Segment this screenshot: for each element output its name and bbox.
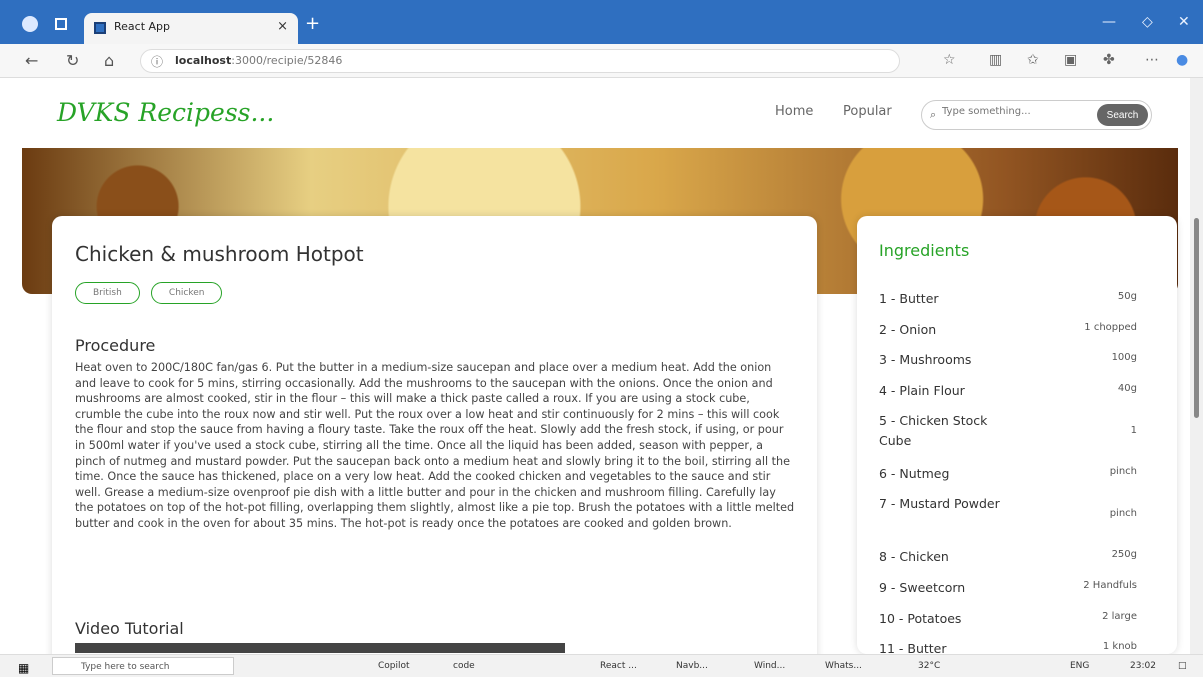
recipe-card: Chicken & mushroom Hotpot British Chicke… <box>52 216 817 654</box>
weather-text[interactable]: 32°C <box>918 661 940 671</box>
ingredient-name: 11 - Butter <box>879 641 947 654</box>
url-text: localhost:3000/recipie/52846 <box>175 54 342 67</box>
taskbar-search-placeholder: Type here to search <box>81 662 170 672</box>
windows-taskbar: ▦ Type here to search Copilot code React… <box>0 654 1203 677</box>
ingredient-qty: 50g <box>1117 291 1137 302</box>
back-icon[interactable]: ← <box>25 51 38 70</box>
recipe-tags: British Chicken <box>75 280 228 304</box>
taskbar-search[interactable]: Type here to search <box>52 657 234 675</box>
recipe-title: Chicken & mushroom Hotpot <box>75 242 364 266</box>
video-player[interactable] <box>75 643 565 653</box>
ingredient-name: 10 - Potatoes <box>879 611 962 626</box>
home-icon[interactable]: ⌂ <box>104 51 114 70</box>
procedure-heading: Procedure <box>75 336 156 355</box>
nav-home[interactable]: Home <box>775 104 813 119</box>
tab-actions-icon[interactable] <box>55 18 67 30</box>
profile-icon[interactable] <box>22 16 38 32</box>
ingredients-panel: Ingredients 1 - Butter 50g 2 - Onion 1 cho… <box>857 216 1177 654</box>
search-input[interactable] <box>942 106 1072 117</box>
address-bar[interactable]: ⓘ localhost:3000/recipie/52846 <box>140 49 900 73</box>
clock-text[interactable]: 23:02 <box>1130 661 1156 671</box>
minimize-icon[interactable]: — <box>1102 14 1116 30</box>
browser-toolbar: ← ↻ ⌂ ⓘ localhost:3000/recipie/52846 ☆ ▥… <box>0 44 1203 78</box>
ingredient-qty: 1 chopped <box>1084 322 1137 333</box>
ingredient-name: 7 - Mustard Powder <box>879 496 1000 511</box>
search-box: ⌕ Search <box>921 100 1152 130</box>
ingredient-qty: pinch <box>1109 508 1137 519</box>
ingredient-row: 6 - Nutmeg pinch <box>879 464 1137 484</box>
url-path: :3000/recipie/52846 <box>231 54 343 67</box>
ingredient-row: 7 - Mustard Powder pinch <box>879 494 1137 519</box>
favorites-icon[interactable]: ✩ <box>1027 52 1039 68</box>
react-app[interactable]: React ... <box>600 661 637 671</box>
ingredient-row: 1 - Butter 50g <box>879 289 1137 309</box>
site-header: DVKS Recipess... Home Popular ⌕ Search <box>0 78 1190 148</box>
ingredient-row: 3 - Mushrooms 100g <box>879 350 1137 370</box>
nav-popular[interactable]: Popular <box>843 104 892 119</box>
language-text[interactable]: ENG <box>1070 661 1089 671</box>
tag-chicken[interactable]: Chicken <box>150 282 223 304</box>
code-app[interactable]: code <box>453 661 475 671</box>
ingredient-name: 2 - Onion <box>879 322 937 337</box>
browser-tab[interactable]: React App × <box>84 13 298 44</box>
whatsapp-app[interactable]: Whats... <box>825 661 862 671</box>
restore-icon[interactable]: ◇ <box>1142 14 1153 30</box>
copilot-app[interactable]: Copilot <box>378 661 410 671</box>
ingredient-row: 4 - Plain Flour 40g <box>879 381 1137 401</box>
video-heading: Video Tutorial <box>75 619 184 638</box>
close-window-icon[interactable]: ✕ <box>1178 14 1190 30</box>
browser-titlebar: React App × + — ◇ ✕ <box>0 0 1203 44</box>
split-screen-icon[interactable]: ▥ <box>989 52 1002 68</box>
new-tab-button[interactable]: + <box>305 13 320 34</box>
windows-app[interactable]: Wind... <box>754 661 785 671</box>
url-host: localhost <box>175 54 232 67</box>
ingredient-row: 10 - Potatoes 2 large <box>879 609 1137 629</box>
ingredient-row: 8 - Chicken 250g <box>879 547 1137 567</box>
web-page: DVKS Recipess... Home Popular ⌕ Search C… <box>0 78 1190 654</box>
ingredient-row: 9 - Sweetcorn 2 Handfuls <box>879 578 1137 598</box>
ingredient-row: 2 - Onion 1 chopped <box>879 320 1137 340</box>
procedure-text: Heat oven to 200C/180C fan/gas 6. Put th… <box>75 361 795 530</box>
edge-copilot-icon[interactable]: ● <box>1176 52 1188 68</box>
ingredient-name: 1 - Butter <box>879 291 939 306</box>
ingredient-name: 3 - Mushrooms <box>879 352 972 367</box>
close-tab-button[interactable]: × <box>277 19 288 34</box>
ingredient-qty: pinch <box>1109 466 1137 477</box>
tag-british[interactable]: British <box>75 282 140 304</box>
ingredient-row: 11 - Butter 1 knob <box>879 639 1137 654</box>
site-info-icon[interactable]: ⓘ <box>151 53 163 70</box>
tab-title: React App <box>114 20 171 33</box>
ingredients-heading: Ingredients <box>879 241 970 260</box>
ingredient-qty: 40g <box>1117 383 1137 394</box>
ingredient-name: 6 - Nutmeg <box>879 466 950 481</box>
search-icon: ⌕ <box>930 108 937 121</box>
site-logo[interactable]: DVKS Recipess... <box>57 98 274 127</box>
ingredient-name: 4 - Plain Flour <box>879 383 965 398</box>
ingredient-qty: 1 <box>1130 425 1137 436</box>
ingredient-name: 5 - Chicken Stock Cube <box>879 413 988 448</box>
windows-start-icon[interactable]: ▦ <box>18 661 29 675</box>
refresh-icon[interactable]: ↻ <box>66 51 79 70</box>
favorite-icon[interactable]: ☆ <box>943 52 956 68</box>
ingredient-name: 9 - Sweetcorn <box>879 580 966 595</box>
ingredient-qty: 2 Handfuls <box>1083 580 1137 591</box>
extensions-icon[interactable]: ✤ <box>1103 52 1115 68</box>
collections-icon[interactable]: ▣ <box>1064 52 1077 68</box>
react-app-favicon-icon <box>94 22 106 34</box>
more-icon[interactable]: ⋯ <box>1145 52 1159 68</box>
ingredient-qty: 100g <box>1111 352 1137 363</box>
ingredient-name: 8 - Chicken <box>879 549 949 564</box>
ingredient-row: 5 - Chicken Stock Cube 1 <box>879 411 1137 451</box>
scroll-thumb[interactable] <box>1194 218 1199 418</box>
ingredient-qty: 1 knob <box>1102 641 1137 652</box>
page-scrollbar[interactable] <box>1190 78 1203 654</box>
ingredient-qty: 2 large <box>1102 611 1137 622</box>
ingredient-qty: 250g <box>1111 549 1137 560</box>
search-button[interactable]: Search <box>1097 104 1148 126</box>
notifications-icon[interactable]: □ <box>1178 661 1187 671</box>
navbar-app[interactable]: Navb... <box>676 661 708 671</box>
